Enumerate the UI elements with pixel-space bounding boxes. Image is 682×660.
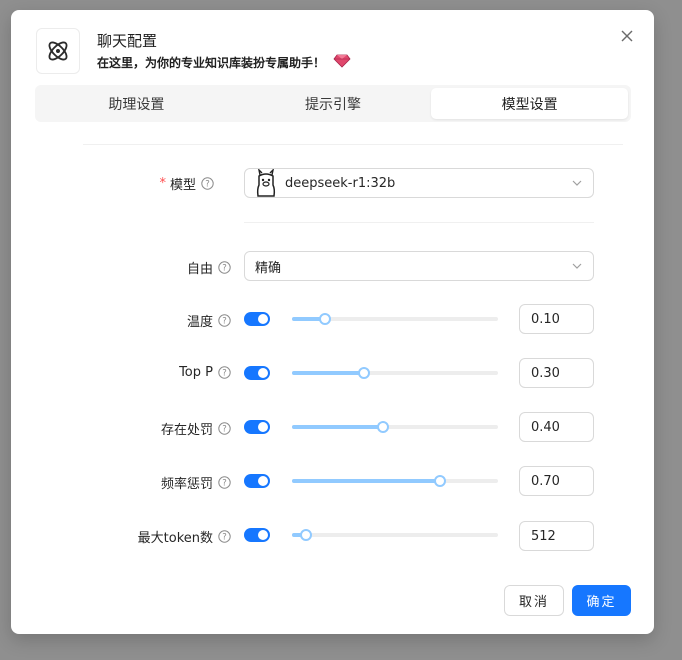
slider-handle[interactable] <box>434 475 446 487</box>
presence-penalty-toggle[interactable] <box>244 420 270 434</box>
help-icon[interactable]: ? <box>218 422 231 435</box>
svg-text:?: ? <box>205 180 210 190</box>
model-label-text: 模型 <box>169 178 196 193</box>
svg-text:?: ? <box>222 425 227 435</box>
atom-icon <box>48 41 68 61</box>
chevron-down-icon <box>571 177 583 193</box>
top-p-label: Top P ? <box>71 365 231 380</box>
toggle-knob <box>258 422 268 432</box>
temperature-slider[interactable] <box>292 312 498 326</box>
svg-text:?: ? <box>222 264 227 274</box>
top-p-slider[interactable] <box>292 366 498 380</box>
model-select[interactable]: deepseek-r1:32b <box>244 168 594 198</box>
presence-penalty-slider[interactable] <box>292 420 498 434</box>
top-p-input[interactable]: 0.30 <box>519 358 594 388</box>
slider-handle[interactable] <box>300 529 312 541</box>
tab-model-settings[interactable]: 模型设置 <box>431 88 629 119</box>
help-icon[interactable]: ? <box>218 476 231 489</box>
temperature-toggle[interactable] <box>244 312 270 326</box>
cancel-button[interactable]: 取消 <box>504 585 564 616</box>
toggle-knob <box>258 314 268 324</box>
max-tokens-toggle[interactable] <box>244 528 270 542</box>
chat-config-dialog: 聊天配置 在这里，为你的专业知识库装扮专属助手！ 助理设置 提示引擎 模型设置 … <box>11 10 654 634</box>
freedom-label-text: 自由 <box>186 262 213 277</box>
chevron-down-icon <box>571 260 583 276</box>
freedom-select-value: 精确 <box>255 260 282 276</box>
frequency-penalty-toggle[interactable] <box>244 474 270 488</box>
dialog-subtitle-text: 在这里，为你的专业知识库装扮专属助手！ <box>97 56 326 70</box>
presence-penalty-label-text: 存在处罚 <box>160 423 213 438</box>
tab-assistant-settings[interactable]: 助理设置 <box>38 88 235 119</box>
slider-track <box>292 479 440 483</box>
max-tokens-label: 最大token数 ? <box>71 527 231 546</box>
presence-penalty-input[interactable]: 0.40 <box>519 412 594 442</box>
temperature-input[interactable]: 0.10 <box>519 304 594 334</box>
tab-prompt-engine[interactable]: 提示引擎 <box>235 88 432 119</box>
ok-button[interactable]: 确定 <box>572 585 631 616</box>
close-icon <box>621 30 633 42</box>
toggle-knob <box>258 368 268 378</box>
frequency-penalty-label-text: 频率惩罚 <box>160 477 213 492</box>
model-divider <box>244 222 594 223</box>
dialog-title: 聊天配置 <box>97 32 158 50</box>
freedom-select[interactable]: 精确 <box>244 251 594 281</box>
temperature-label: 温度 ? <box>71 311 231 330</box>
app-icon <box>36 28 80 74</box>
dialog-subtitle: 在这里，为你的专业知识库装扮专属助手！ <box>97 54 351 71</box>
slider-track <box>292 425 383 429</box>
freedom-label: 自由 ? <box>71 258 231 277</box>
top-p-toggle[interactable] <box>244 366 270 380</box>
help-icon[interactable]: ? <box>218 261 231 274</box>
model-label: * 模型 ? <box>54 174 214 193</box>
required-mark: * <box>159 176 166 191</box>
svg-text:?: ? <box>222 369 227 379</box>
gem-icon <box>333 54 351 71</box>
top-p-label-text: Top P <box>179 365 213 380</box>
svg-text:?: ? <box>222 317 227 327</box>
max-tokens-input[interactable]: 512 <box>519 521 594 551</box>
slider-handle[interactable] <box>377 421 389 433</box>
help-icon[interactable]: ? <box>201 177 214 190</box>
toggle-knob <box>258 476 268 486</box>
frequency-penalty-input[interactable]: 0.70 <box>519 466 594 496</box>
frequency-penalty-label: 频率惩罚 ? <box>71 473 231 492</box>
max-tokens-slider[interactable] <box>292 528 498 542</box>
help-icon[interactable]: ? <box>218 314 231 327</box>
model-select-value: deepseek-r1:32b <box>285 175 396 191</box>
slider-track <box>292 371 364 375</box>
slider-handle[interactable] <box>358 367 370 379</box>
max-tokens-label-text: 最大token数 <box>137 531 213 546</box>
svg-text:?: ? <box>222 533 227 543</box>
svg-text:?: ? <box>222 479 227 489</box>
help-icon[interactable]: ? <box>218 366 231 379</box>
slider-handle[interactable] <box>319 313 331 325</box>
help-icon[interactable]: ? <box>218 530 231 543</box>
close-button[interactable] <box>617 26 637 46</box>
slider-rail <box>292 533 498 537</box>
section-divider <box>83 144 623 145</box>
presence-penalty-label: 存在处罚 ? <box>71 419 231 438</box>
toggle-knob <box>258 530 268 540</box>
temperature-label-text: 温度 <box>186 315 213 330</box>
settings-tabs: 助理设置 提示引擎 模型设置 <box>35 85 631 122</box>
llama-icon <box>253 169 279 197</box>
frequency-penalty-slider[interactable] <box>292 474 498 488</box>
